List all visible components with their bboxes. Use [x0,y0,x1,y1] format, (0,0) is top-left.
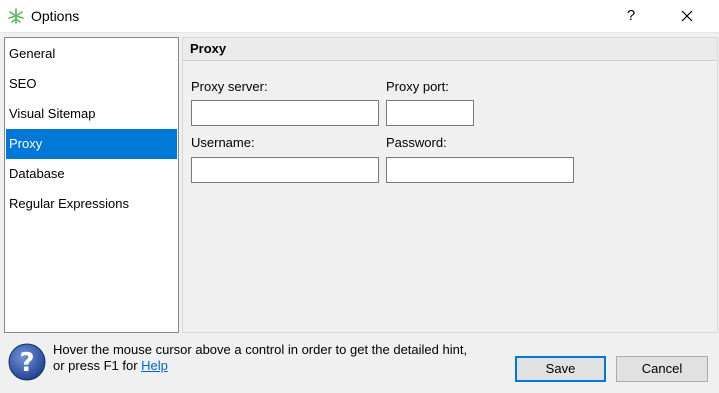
category-item-proxy[interactable]: Proxy [6,129,177,159]
category-item-visual-sitemap[interactable]: Visual Sitemap [6,99,177,129]
svg-text:?: ? [19,348,34,378]
proxy-port-label: Proxy port: [386,79,449,94]
title-bar: Options ? [0,0,719,33]
hint-line-2: or press F1 for Help [53,358,467,374]
hint-line-1: Hover the mouse cursor above a control i… [53,342,468,357]
panel-title: Proxy [190,41,227,56]
hint-text: Hover the mouse cursor above a control i… [53,342,467,374]
options-dialog: Options ? General SEO Visual Sitemap Pro… [0,0,719,393]
username-label: Username: [191,135,255,150]
category-item-regular-expressions[interactable]: Regular Expressions [6,189,177,219]
category-item-general[interactable]: General [6,39,177,69]
close-button[interactable] [664,0,710,32]
close-icon [681,10,693,22]
cancel-button[interactable]: Cancel [616,356,708,382]
proxy-server-input[interactable] [191,100,379,126]
category-list[interactable]: General SEO Visual Sitemap Proxy Databas… [4,37,179,333]
username-input[interactable] [191,157,379,183]
proxy-settings-panel: Proxy Proxy server: Proxy port: Username… [182,37,718,333]
app-icon [7,7,25,25]
password-label: Password: [386,135,447,150]
category-item-database[interactable]: Database [6,159,177,189]
panel-header: Proxy [183,38,717,61]
question-icon: ? [7,342,47,382]
category-item-seo[interactable]: SEO [6,69,177,99]
proxy-server-label: Proxy server: [191,79,268,94]
proxy-port-input[interactable] [386,100,474,126]
hint-line-2-prefix: or press F1 for [53,358,142,373]
save-button[interactable]: Save [515,356,606,382]
password-input[interactable] [386,157,574,183]
help-link[interactable]: Help [141,358,168,373]
window-title: Options [31,8,80,24]
help-button[interactable]: ? [608,0,654,32]
